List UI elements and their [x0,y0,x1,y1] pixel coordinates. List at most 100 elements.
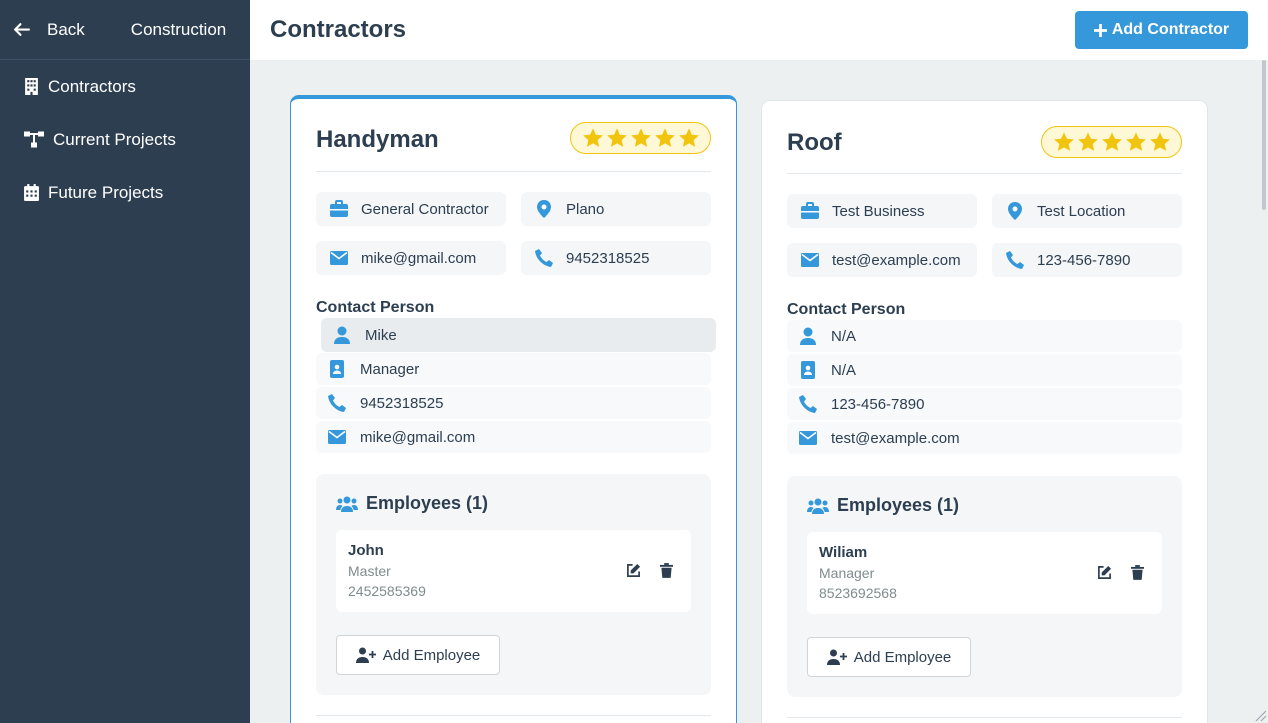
vertical-scrollbar[interactable] [1260,60,1268,723]
location: Plano [566,200,605,218]
envelope-icon [801,253,819,267]
trash-icon[interactable] [1131,565,1144,580]
top-header: Contractors Add Contractor [250,0,1268,60]
star-icon [678,128,699,147]
star-icon [1101,132,1122,151]
phone: 123-456-7890 [1037,251,1131,269]
contact-email-row: test@example.com [787,422,1182,454]
business-type-pill: General Contractor [316,192,506,226]
resize-grip-icon[interactable] [1253,708,1267,722]
star-rating [570,122,711,154]
star-icon [1125,132,1146,151]
contractor-name: Handyman [316,126,439,153]
employees-section: Employees (1) Wiliam Manager 8523692568 … [787,476,1182,697]
add-employee-label: Add Employee [382,646,481,664]
sidebar-item-contractors[interactable]: Contractors [0,60,250,113]
contact-email: test@example.com [831,429,960,447]
phone: 9452318525 [566,249,650,267]
star-rating [1041,126,1182,158]
contact-phone-row: 123-456-7890 [787,388,1182,420]
contact-email-row: mike@gmail.com [316,421,711,453]
divider [787,173,1182,174]
email-pill: test@example.com [787,243,977,277]
star-icon [630,128,651,147]
user-icon [800,327,816,345]
plus-icon [1093,23,1107,37]
contact-person-label: Contact Person [787,301,906,318]
business-type: General Contractor [361,200,489,218]
contractor-card: Handyman General Contractor Plano mike@g… [290,95,737,723]
email-pill: mike@gmail.com [316,241,506,275]
phone-icon [535,249,553,267]
contact-title-row: N/A [787,354,1182,386]
page-title: Contractors [270,16,407,43]
briefcase-icon [330,200,348,217]
trash-icon[interactable] [660,563,673,578]
employee-role: Master [348,563,391,579]
envelope-icon [330,251,348,265]
sidebar-item-current-projects[interactable]: Current Projects [0,113,250,166]
add-employee-button[interactable]: Add Employee [807,637,971,677]
back-label: Back [47,19,85,39]
briefcase-icon [801,202,819,219]
star-icon [582,128,603,147]
phone-pill: 123-456-7890 [992,243,1182,277]
contact-name: N/A [831,327,857,345]
calendar-icon [24,184,39,201]
email: mike@gmail.com [361,249,477,267]
sidebar: Back Construction Contractors Current Pr… [0,0,250,723]
phone-icon [799,395,817,413]
scrollbar-thumb[interactable] [1262,60,1266,210]
add-employee-button[interactable]: Add Employee [336,635,500,675]
map-marker-icon [1008,202,1022,220]
add-contractor-label: Add Contractor [1111,21,1230,38]
employee-phone: 8523692568 [819,585,897,601]
contact-title: N/A [831,361,857,379]
user-plus-icon [355,647,376,663]
location-pill: Test Location [992,194,1182,228]
sidebar-header: Back Construction [0,0,250,60]
edit-icon[interactable] [1097,565,1112,580]
contractor-card: Roof Test Business Test Location test@ex… [761,100,1208,723]
employee-name: John [348,542,384,559]
phone-icon [328,394,346,412]
envelope-icon [328,430,346,444]
employees-title: Employees (1) [366,493,489,513]
employees-section: Employees (1) John Master 2452585369 Add… [316,474,711,695]
location: Test Location [1037,202,1126,220]
sidebar-item-future-projects[interactable]: Future Projects [0,166,250,219]
star-icon [1077,132,1098,151]
add-contractor-button[interactable]: Add Contractor [1075,11,1248,49]
users-icon [807,498,829,514]
id-badge-icon [330,360,344,378]
app-brand: Construction [130,19,227,39]
location-pill: Plano [521,192,711,226]
business-type: Test Business [832,202,925,220]
contact-name-row: Mike [321,318,716,352]
employee-card: John Master 2452585369 [336,530,691,612]
back-button[interactable]: Back [13,20,85,40]
business-type-pill: Test Business [787,194,977,228]
employee-phone: 2452585369 [348,583,426,599]
employees-title: Employees (1) [837,495,960,515]
sidebar-item-label: Contractors [48,76,136,96]
arrow-left-icon [14,23,30,36]
employee-role: Manager [819,565,875,581]
users-icon [336,496,358,512]
add-employee-label: Add Employee [853,648,952,666]
employee-card: Wiliam Manager 8523692568 [807,532,1162,614]
sidebar-item-label: Future Projects [48,182,164,202]
contact-phone: 9452318525 [360,394,444,412]
contact-name-row: N/A [787,320,1182,352]
id-badge-icon [801,361,815,379]
sidebar-item-label: Current Projects [53,129,176,149]
star-icon [606,128,627,147]
contact-phone: 123-456-7890 [831,395,925,413]
divider [316,171,711,172]
user-plus-icon [826,649,847,665]
edit-icon[interactable] [626,563,641,578]
contact-title-row: Manager [316,353,711,385]
contact-name: Mike [365,326,397,344]
envelope-icon [799,431,817,445]
divider [787,717,1182,718]
